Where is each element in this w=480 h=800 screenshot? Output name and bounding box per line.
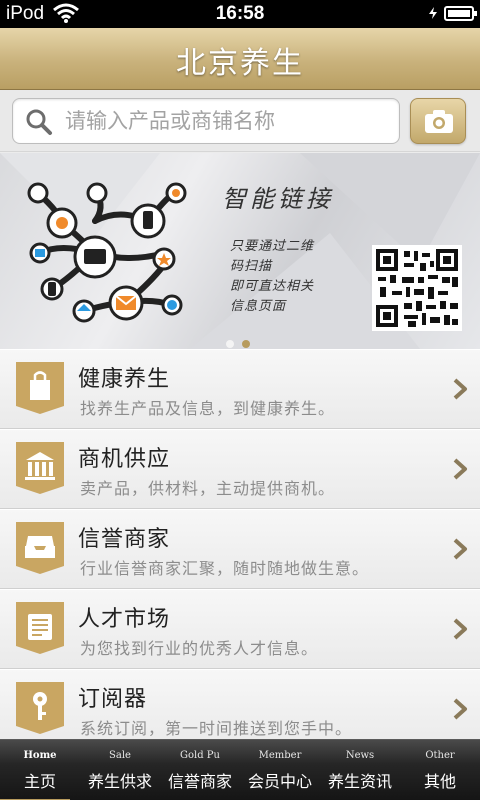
camera-icon <box>425 110 453 133</box>
chevron-right-icon <box>453 698 467 720</box>
tab-member[interactable]: Member 会员中心 <box>240 740 320 800</box>
menu-item-title: 订阅器 <box>78 687 148 712</box>
menu-item-desc: 找养生产品及信息，到健康养生。 <box>80 399 336 418</box>
clock: 16:58 <box>215 3 265 24</box>
menu-item-title: 健康养生 <box>78 367 171 392</box>
tab-en-label: Sale <box>109 750 131 761</box>
tab-home[interactable]: Home 主页 <box>0 740 80 800</box>
banner-heading: 智能链接 <box>222 185 334 213</box>
menu-item-supply[interactable]: 商机供应 卖产品，供材料，主动提供商机。 <box>0 429 480 509</box>
page-title: 北京养生 <box>176 46 304 81</box>
search-input[interactable] <box>65 105 385 137</box>
inbox-tray-icon <box>16 522 64 574</box>
tab-label: 其他 <box>423 772 456 791</box>
banner-line: 码扫描 <box>230 259 273 274</box>
menu-item-title: 商机供应 <box>78 447 171 472</box>
camera-button[interactable] <box>410 98 466 144</box>
pager-dot[interactable] <box>226 340 234 348</box>
menu-item-desc: 系统订阅，第一时间推送到您手中。 <box>80 719 353 738</box>
menu-item-health[interactable]: 健康养生 找养生产品及信息，到健康养生。 <box>0 349 480 429</box>
bottom-tab-bar: Home 主页 Sale 养生供求 Gold Pu 信誉商家 Member 会员… <box>0 739 480 800</box>
banner-line: 信息页面 <box>230 299 287 314</box>
tab-en-label: News <box>345 750 375 761</box>
key-icon <box>16 682 64 734</box>
search-icon <box>26 109 52 135</box>
tab-en-label: Member <box>258 750 302 761</box>
tab-other[interactable]: Other 其他 <box>400 740 480 800</box>
menu-item-title: 人才市场 <box>78 607 171 632</box>
search-row <box>0 90 480 152</box>
qr-code <box>372 245 462 331</box>
status-bar: iPod 16:58 <box>0 0 480 28</box>
charging-icon <box>429 7 437 19</box>
tab-label: 会员中心 <box>247 772 312 791</box>
tab-label: 养生供求 <box>87 772 152 791</box>
promo-banner[interactable]: 智能链接 只要通过二维 码扫描 即可直达相关 信息页面 <box>0 153 480 349</box>
tab-en-label: Other <box>425 750 455 761</box>
building-icon <box>16 442 64 494</box>
tab-label: 信誉商家 <box>167 772 232 791</box>
tab-news[interactable]: News 养生资讯 <box>320 740 400 800</box>
menu-item-talent[interactable]: 人才市场 为您找到行业的优秀人才信息。 <box>0 589 480 669</box>
menu-item-desc: 行业信誉商家汇聚，随时随地做生意。 <box>80 559 370 578</box>
menu-item-desc: 为您找到行业的优秀人才信息。 <box>80 639 319 658</box>
pager-dot-active[interactable] <box>242 340 250 348</box>
chevron-right-icon <box>453 538 467 560</box>
battery-icon <box>444 6 477 21</box>
menu-item-merchants[interactable]: 信誉商家 行业信誉商家汇聚，随时随地做生意。 <box>0 509 480 589</box>
chevron-right-icon <box>453 378 467 400</box>
banner-pager <box>226 333 258 348</box>
banner-line: 即可直达相关 <box>230 279 315 294</box>
title-bar: 北京养生 <box>0 28 480 90</box>
search-box[interactable] <box>12 98 400 144</box>
tab-label: 主页 <box>23 772 56 791</box>
tab-en-label: Gold Pu <box>180 750 220 761</box>
tab-sale[interactable]: Sale 养生供求 <box>80 740 160 800</box>
menu-item-subscribe[interactable]: 订阅器 系统订阅，第一时间推送到您手中。 <box>0 669 480 749</box>
menu-item-desc: 卖产品，供材料，主动提供商机。 <box>80 479 336 498</box>
tab-label: 养生资讯 <box>327 772 392 791</box>
banner-line: 只要通过二维 <box>230 239 315 254</box>
document-icon <box>16 602 64 654</box>
tab-gold-pu[interactable]: Gold Pu 信誉商家 <box>160 740 240 800</box>
shopping-bag-icon <box>16 362 64 414</box>
chevron-right-icon <box>453 458 467 480</box>
tab-en-label: Home <box>23 750 57 761</box>
chevron-right-icon <box>453 618 467 640</box>
menu-item-title: 信誉商家 <box>78 527 171 552</box>
